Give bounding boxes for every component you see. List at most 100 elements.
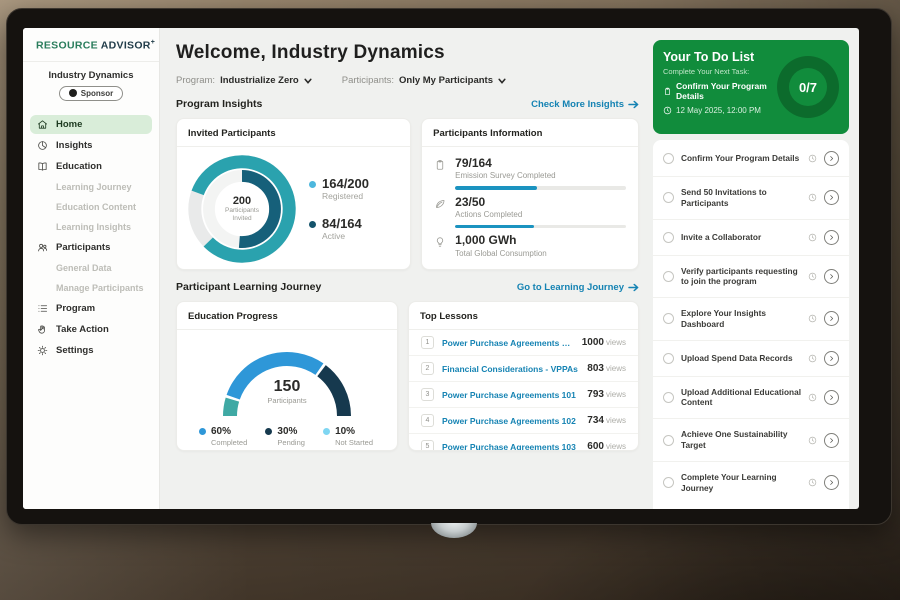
task-row: Explore Your Insights Dashboard [653,298,849,341]
task-checkbox[interactable] [663,232,674,243]
lesson-row: 3 Power Purchase Agreements 101 793views [409,382,638,408]
legend-value: 84/164 [322,217,362,231]
task-open-button[interactable] [824,190,839,205]
legend-dot [265,428,272,435]
task-checkbox[interactable] [663,153,674,164]
sidebar-item-take-action[interactable]: Take Action [30,320,152,339]
hand-icon [37,324,48,335]
task-list: Confirm Your Program Details Send 50 Inv… [653,140,849,509]
stat-label: Emission Survey Completed [455,171,626,180]
task-checkbox[interactable] [663,271,674,282]
legend-value: 60% [211,426,247,438]
go-to-learning-journey-link[interactable]: Go to Learning Journey [517,282,639,293]
task-row: Send 50 Invitations to Participants [653,177,849,220]
sidebar-item-insights[interactable]: Insights [30,136,152,155]
chevron-right-icon [828,394,835,401]
todo-due-date: 12 May 2025, 12:00 PM [663,106,771,115]
sidebar-item-manage-participants[interactable]: Manage Participants [30,279,152,297]
link-label: Check More Insights [531,99,624,110]
sidebar-item-settings[interactable]: Settings [30,341,152,360]
leaf-icon [434,198,446,210]
sidebar-item-label: Program [56,303,95,314]
stat-value: 1,000 GWh [455,234,626,247]
lesson-link[interactable]: Power Purchase Agreements 102 [442,416,579,426]
sidebar-item-learning-insights[interactable]: Learning Insights [30,218,152,236]
task-open-button[interactable] [824,230,839,245]
section-title: Participant Learning Journey [176,281,321,293]
todo-subtitle: Complete Your Next Task: [663,67,771,76]
lesson-link[interactable]: Power Purchase Agreements 101 [442,338,574,348]
invited-participants-donut-chart: 200 Participants Invited [183,150,301,268]
stat-emission-survey: 79/164 Emission Survey Completed [434,157,626,190]
lesson-link[interactable]: Financial Considerations - VPPAs [442,364,579,374]
gauge-center-label: Participants [202,396,372,405]
sidebar-item-participants[interactable]: Participants [30,238,152,257]
chevron-right-icon [828,155,835,162]
lesson-link[interactable]: Power Purchase Agreements 103 [442,442,579,452]
task-open-button[interactable] [824,351,839,366]
lesson-rank: 5 [421,440,434,451]
clock-icon [808,436,817,445]
card-title: Education Progress [177,302,397,330]
task-label: Explore Your Insights Dashboard [681,308,801,330]
monitor-stand [431,523,477,538]
task-checkbox[interactable] [663,192,674,203]
legend-value: 164/200 [322,177,369,191]
clock-icon [663,106,672,115]
chevron-right-icon [828,273,835,280]
task-checkbox[interactable] [663,477,674,488]
task-open-button[interactable] [824,475,839,490]
sponsor-badge-icon [69,89,77,97]
check-more-insights-link[interactable]: Check More Insights [531,99,639,110]
task-checkbox[interactable] [663,353,674,364]
task-open-button[interactable] [824,151,839,166]
lesson-row: 4 Power Purchase Agreements 102 734views [409,408,638,434]
legend-dot [323,428,330,435]
lesson-views: 803views [587,363,626,374]
collapse-tasks-link[interactable]: Collapse Tasks [653,503,849,509]
lesson-views: 600views [587,441,626,451]
participants-information-card: Participants Information 79/164 Emission… [421,118,639,270]
sidebar-item-learning-journey[interactable]: Learning Journey [30,178,152,196]
task-open-button[interactable] [824,269,839,284]
chevron-right-icon [828,479,835,486]
invited-participants-card: Invited Participants 200 [176,118,411,270]
task-checkbox[interactable] [663,313,674,324]
participants-dropdown[interactable]: Participants: Only My Participants [342,75,506,86]
lesson-rank: 1 [421,336,434,349]
task-open-button[interactable] [824,311,839,326]
sidebar-item-education[interactable]: Education [30,157,152,176]
org-block: Industry Dynamics Sponsor [23,62,159,112]
legend-dot [309,221,316,228]
lesson-views: 793views [587,389,626,400]
task-label: Invite a Collaborator [681,232,801,243]
task-row: Upload Additional Educational Content [653,377,849,420]
legend-completed: 60% Completed [199,426,247,447]
legend-value: 10% [335,426,373,438]
list-icon [37,303,48,314]
dashboard-screen: RESOURCE ADVISOR+ Industry Dynamics Spon… [23,28,859,509]
task-open-button[interactable] [824,433,839,448]
legend-dot [199,428,206,435]
task-row: Invite a Collaborator [653,220,849,256]
sidebar-item-home[interactable]: Home [30,115,152,134]
todo-next-task: Confirm Your Program Details [663,81,771,101]
legend-label: Completed [211,438,247,447]
chevron-right-icon [828,194,835,201]
legend-pending: 30% Pending [265,426,305,447]
sidebar-item-general-data[interactable]: General Data [30,259,152,277]
sidebar-item-program[interactable]: Program [30,299,152,318]
task-row: Confirm Your Program Details [653,141,849,177]
program-dropdown[interactable]: Program: Industrialize Zero [176,75,312,86]
task-checkbox[interactable] [663,392,674,403]
clock-icon [808,154,817,163]
task-checkbox[interactable] [663,435,674,446]
donut-legend: 164/200 Registered 84/164 Active [309,177,369,242]
lesson-link[interactable]: Power Purchase Agreements 101 [442,390,579,400]
task-open-button[interactable] [824,390,839,405]
sponsor-badge[interactable]: Sponsor [59,86,123,101]
learning-journey-header: Participant Learning Journey Go to Learn… [176,281,639,293]
card-title: Invited Participants [177,119,410,147]
learning-cards-row: Education Progress 150 Participants [176,301,639,451]
sidebar-item-education-content[interactable]: Education Content [30,198,152,216]
